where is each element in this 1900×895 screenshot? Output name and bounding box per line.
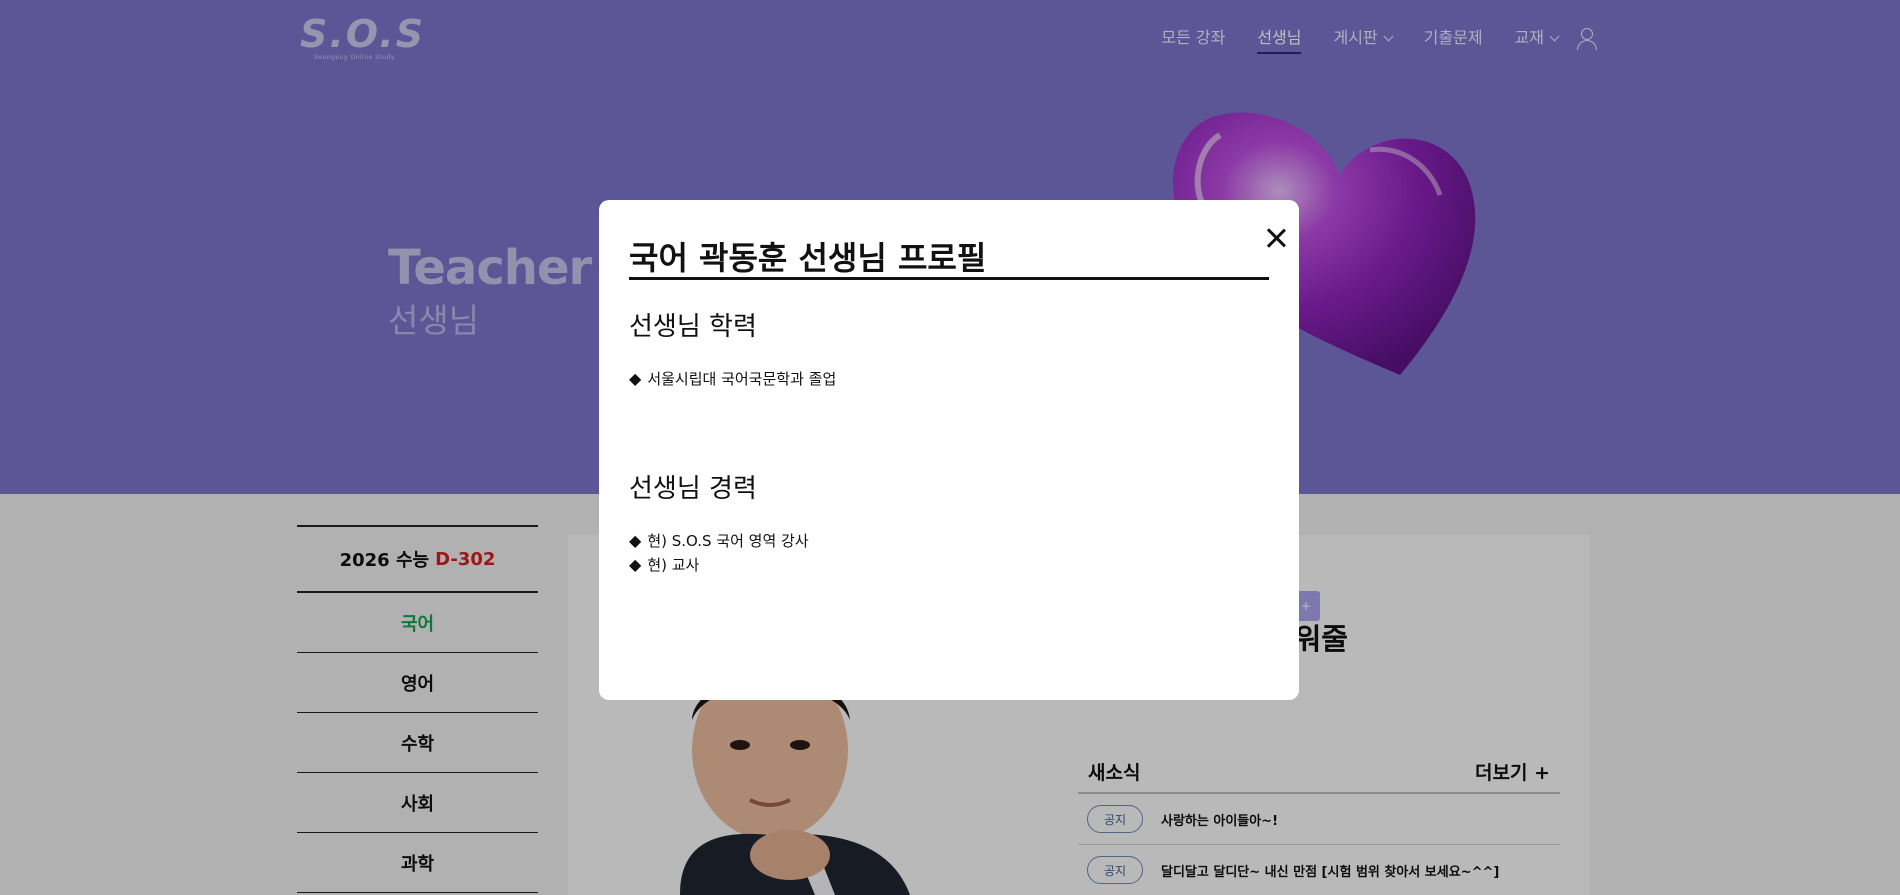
diamond-bullet-icon: ◆ <box>629 555 642 574</box>
teacher-profile-modal: 국어 곽동훈 선생님 프로필 선생님 학력 ◆ 서울시립대 국어국문학과 졸업 … <box>599 200 1299 700</box>
modal-title: 국어 곽동훈 선생님 프로필 <box>629 238 1269 280</box>
education-text: 서울시립대 국어국문학과 졸업 <box>647 370 837 388</box>
career-item: ◆ 현) 교사 <box>629 554 699 575</box>
career-text: 현) 교사 <box>647 556 700 574</box>
career-title: 선생님 경력 <box>629 474 757 504</box>
career-item: ◆ 현) S.O.S 국어 영역 강사 <box>629 530 809 551</box>
education-title: 선생님 학력 <box>629 312 757 342</box>
career-text: 현) S.O.S 국어 영역 강사 <box>647 532 809 550</box>
diamond-bullet-icon: ◆ <box>629 369 642 388</box>
diamond-bullet-icon: ◆ <box>629 531 642 550</box>
education-item: ◆ 서울시립대 국어국문학과 졸업 <box>629 368 836 389</box>
